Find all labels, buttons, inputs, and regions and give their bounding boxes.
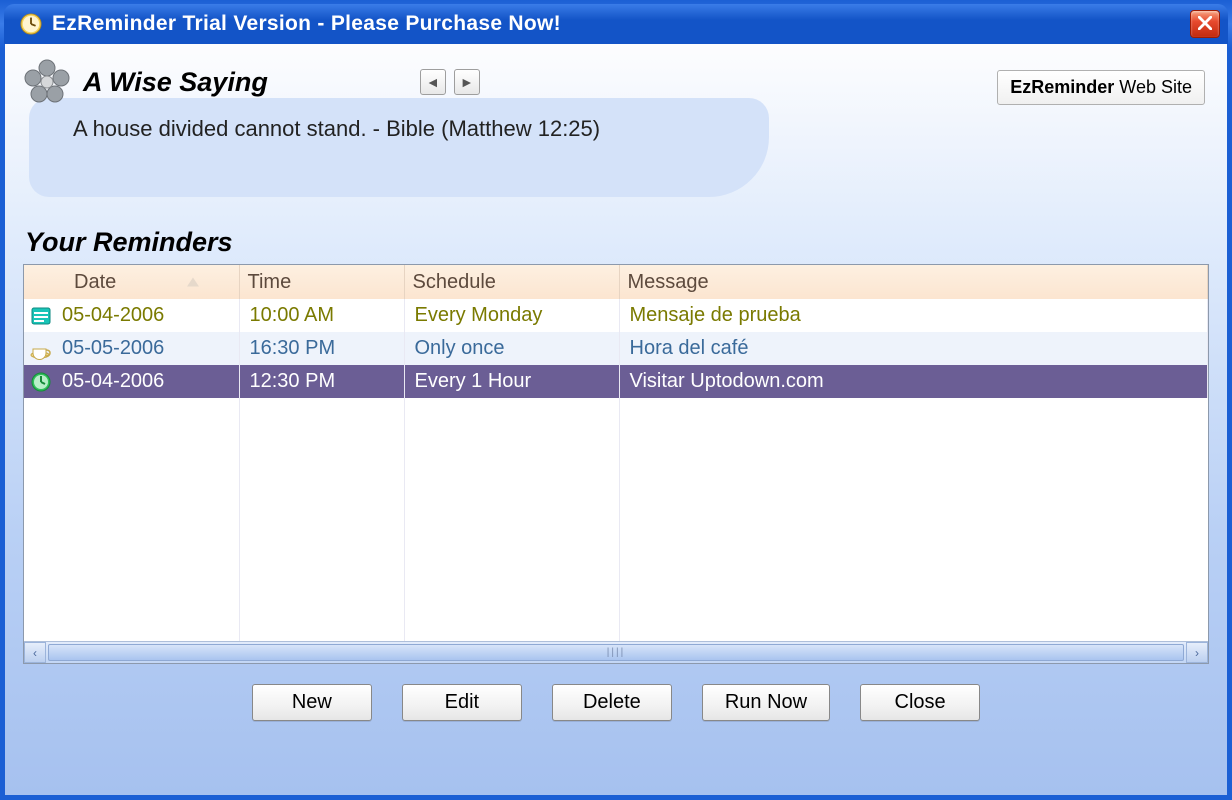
app-window: EzReminder Trial Version - Please Purcha… (0, 0, 1232, 800)
reminder-row-selected[interactable]: 05-04-2006 12:30 PM Every 1 Hour Visitar… (24, 365, 1208, 398)
run-now-button[interactable]: Run Now (702, 684, 830, 721)
saying-heading: A Wise Saying (83, 67, 268, 98)
scroll-left-button[interactable]: ‹ (24, 642, 46, 663)
cell-schedule: Only once (404, 332, 619, 365)
cell-schedule: Every Monday (404, 299, 619, 332)
close-icon (1198, 14, 1212, 35)
reminders-grid: Date Time Schedule Message (23, 264, 1209, 664)
cell-time: 16:30 PM (239, 332, 404, 365)
cell-schedule: Every 1 Hour (404, 365, 619, 398)
cell-date: 05-04-2006 (62, 370, 164, 392)
chevron-left-icon: ‹ (33, 646, 37, 660)
coffee-icon (30, 338, 52, 360)
column-header-time[interactable]: Time (239, 265, 404, 299)
cell-message: Visitar Uptodown.com (619, 365, 1208, 398)
cell-time: 10:00 AM (239, 299, 404, 332)
scroll-grip-icon: |||| (607, 647, 625, 658)
calendar-icon (30, 305, 52, 327)
client-area: A Wise Saying ◄ ► EzReminder Web Site A … (4, 44, 1228, 796)
edit-button[interactable]: Edit (402, 684, 522, 721)
website-suffix: Web Site (1114, 77, 1192, 97)
prev-saying-button[interactable]: ◄ (420, 69, 446, 95)
button-row: New Edit Delete Run Now Close (23, 684, 1209, 721)
next-saying-button[interactable]: ► (454, 69, 480, 95)
new-button[interactable]: New (252, 684, 372, 721)
saying-bubble: A house divided cannot stand. - Bible (M… (29, 98, 769, 197)
arrow-right-icon: ► (460, 74, 474, 90)
cell-date: 05-04-2006 (62, 304, 164, 326)
clock-icon (30, 371, 52, 393)
cell-date: 05-05-2006 (62, 337, 164, 359)
chevron-right-icon: › (1195, 646, 1199, 660)
website-brand: EzReminder (1010, 77, 1114, 97)
arrow-left-icon: ◄ (426, 74, 440, 90)
close-window-button[interactable] (1190, 10, 1220, 38)
cell-message: Hora del café (619, 332, 1208, 365)
column-header-schedule[interactable]: Schedule (404, 265, 619, 299)
cell-time: 12:30 PM (239, 365, 404, 398)
scroll-track[interactable]: |||| (46, 642, 1186, 663)
reminder-row[interactable]: 05-04-2006 10:00 AM Every Monday Mensaje… (24, 299, 1208, 332)
column-header-message[interactable]: Message (619, 265, 1208, 299)
reminders-heading: Your Reminders (25, 227, 1209, 258)
reminder-row[interactable]: 05-05-2006 16:30 PM Only once Hora del c… (24, 332, 1208, 365)
column-header-date[interactable]: Date (24, 265, 239, 299)
title-bar[interactable]: EzReminder Trial Version - Please Purcha… (4, 4, 1228, 44)
website-link-button[interactable]: EzReminder Web Site (997, 70, 1205, 105)
saying-text: A house divided cannot stand. - Bible (M… (73, 116, 600, 141)
flower-icon (23, 58, 71, 106)
window-title: EzReminder Trial Version - Please Purcha… (52, 12, 1190, 36)
scroll-right-button[interactable]: › (1186, 642, 1208, 663)
close-button[interactable]: Close (860, 684, 980, 721)
saying-nav: ◄ ► (420, 69, 480, 95)
sort-ascending-icon (187, 278, 199, 287)
delete-button[interactable]: Delete (552, 684, 672, 721)
app-clock-icon (20, 13, 42, 35)
cell-message: Mensaje de prueba (619, 299, 1208, 332)
horizontal-scrollbar[interactable]: ‹ |||| › (24, 641, 1208, 663)
grid-header-row: Date Time Schedule Message (24, 265, 1208, 299)
